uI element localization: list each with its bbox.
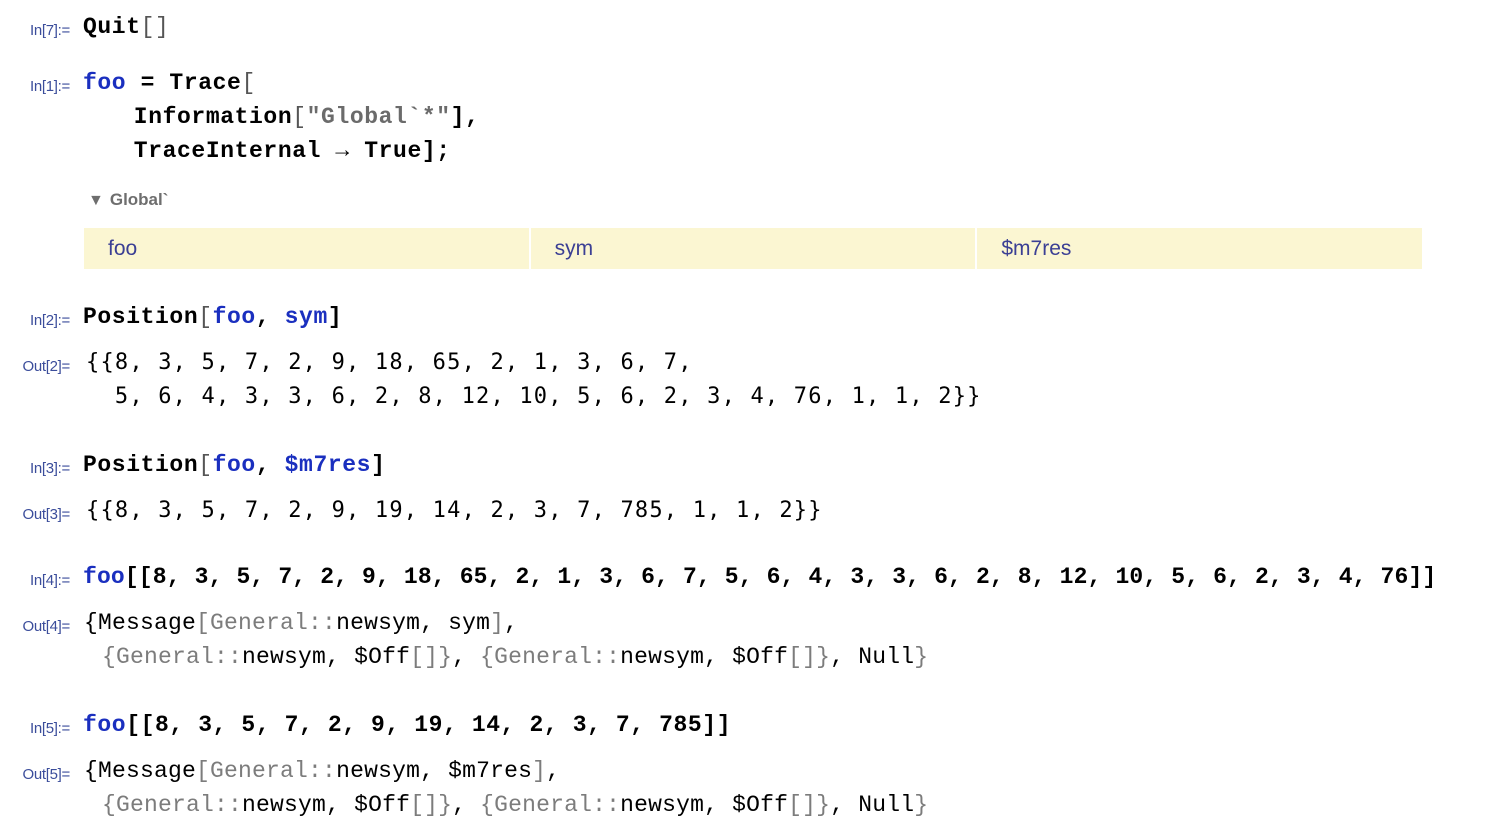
code-token: [[8, 3, 5, 7, 2, 9, 18, 65, 2, 1, 3, 6, …: [124, 564, 1437, 590]
code-token: newsym, $m7res: [336, 758, 533, 784]
symbol-token: foo: [212, 452, 256, 478]
code-token: ,: [452, 644, 481, 670]
code-token: [[8, 3, 5, 7, 2, 9, 19, 14, 2, 3, 7, 785…: [126, 712, 732, 738]
code-token: {{8, 3, 5, 7, 2, 9, 18, 65, 2, 1, 3, 6, …: [86, 350, 693, 375]
code-token: Position: [83, 452, 199, 478]
code-token: [General::: [196, 758, 337, 784]
output-line: {Message[General::newsym, $m7res],: [84, 758, 560, 784]
code-token: []}: [410, 792, 453, 818]
code-line[interactable]: Quit[]: [83, 14, 169, 40]
code-token: newsym, $Off: [620, 644, 789, 670]
code-line[interactable]: Information["Global`*"],: [105, 104, 479, 130]
code-token: [General::: [196, 610, 337, 636]
code-token: [: [292, 104, 307, 130]
code-token: = Trace: [126, 70, 242, 96]
code-line[interactable]: foo[[8, 3, 5, 7, 2, 9, 19, 14, 2, 3, 7, …: [83, 712, 731, 738]
code-token: ,: [546, 758, 561, 784]
code-token: newsym, sym: [336, 610, 491, 636]
cell-label: Out[2]=: [22, 358, 70, 375]
code-token: ]: [490, 610, 505, 636]
code-token: {Message: [84, 758, 197, 784]
code-line[interactable]: foo = Trace[: [83, 70, 256, 96]
code-token: {General::: [480, 644, 621, 670]
code-token: ,: [504, 610, 519, 636]
code-token: }: [914, 644, 929, 670]
code-token: []}: [788, 644, 831, 670]
output-line: {General::newsym, $Off[]}, {General::new…: [88, 792, 928, 818]
cell-label: In[4]:=: [29, 572, 70, 589]
output-line: {{8, 3, 5, 7, 2, 9, 19, 14, 2, 3, 7, 785…: [86, 498, 823, 523]
symbol-link-m7res[interactable]: $m7res: [977, 228, 1423, 269]
information-symbol-grid: foo sym $m7res: [84, 228, 1423, 269]
code-token: []}: [788, 792, 831, 818]
code-token: ]: [371, 452, 386, 478]
code-token: Position: [83, 304, 199, 330]
cell-label: In[7]:=: [29, 22, 70, 39]
code-line[interactable]: Position[foo, sym]: [83, 304, 342, 330]
context-label: Global`: [109, 190, 169, 209]
symbol-token: foo: [83, 564, 125, 590]
code-token: Quit: [83, 14, 141, 40]
code-token: ]: [532, 758, 547, 784]
code-token: , Null: [830, 644, 915, 670]
code-token: ,: [255, 304, 285, 330]
code-token: {Message: [84, 610, 197, 636]
code-token: , Null: [830, 792, 915, 818]
code-token: General::: [116, 644, 243, 670]
symbol-token: $m7res: [284, 452, 372, 478]
code-token: ];: [421, 138, 451, 164]
code-token: ]: [327, 304, 343, 330]
symbol-token: foo: [83, 712, 127, 738]
cell-label: In[1]:=: [29, 78, 70, 95]
code-token: newsym, $Off: [620, 792, 789, 818]
code-token: newsym, $Off: [242, 644, 411, 670]
code-token: "Global`*": [306, 104, 451, 130]
code-token: TraceInternal → True: [105, 138, 422, 164]
code-token: newsym, $Off: [242, 792, 411, 818]
code-line[interactable]: foo[[8, 3, 5, 7, 2, 9, 18, 65, 2, 1, 3, …: [83, 564, 1436, 590]
cell-label: Out[5]=: [22, 766, 70, 783]
code-token: }: [914, 792, 929, 818]
symbol-token: sym: [284, 304, 328, 330]
code-token: {: [88, 644, 117, 670]
cell-label: Out[4]=: [22, 618, 70, 635]
code-token: ],: [450, 104, 480, 130]
cell-label: In[3]:=: [29, 460, 70, 477]
cell-label: In[2]:=: [29, 312, 70, 329]
code-line[interactable]: TraceInternal → True];: [105, 138, 451, 164]
code-token: {: [88, 792, 117, 818]
code-token: [: [198, 304, 213, 330]
cell-label: In[5]:=: [29, 720, 70, 737]
code-token: [: [198, 452, 213, 478]
code-token: ,: [452, 792, 481, 818]
cell-label: Out[3]=: [22, 506, 70, 523]
symbol-token: foo: [212, 304, 256, 330]
code-token: 5, 6, 4, 3, 3, 6, 2, 8, 12, 10, 5, 6, 2,…: [86, 384, 982, 409]
code-token: Information: [105, 104, 293, 130]
triangle-down-icon[interactable]: ▼: [88, 192, 104, 209]
information-panel-header[interactable]: ▼ Global`: [88, 190, 168, 210]
output-line: {{8, 3, 5, 7, 2, 9, 18, 65, 2, 1, 3, 6, …: [86, 350, 693, 375]
code-token: []: [140, 14, 170, 40]
code-token: {General::: [480, 792, 621, 818]
output-line: 5, 6, 4, 3, 3, 6, 2, 8, 12, 10, 5, 6, 2,…: [86, 384, 982, 409]
code-line[interactable]: Position[foo, $m7res]: [83, 452, 385, 478]
symbol-token: foo: [83, 70, 127, 96]
code-token: []}: [410, 644, 453, 670]
output-line: {Message[General::newsym, sym],: [84, 610, 518, 636]
code-token: {{8, 3, 5, 7, 2, 9, 19, 14, 2, 3, 7, 785…: [86, 498, 823, 523]
code-token: ,: [255, 452, 285, 478]
code-token: General::: [116, 792, 243, 818]
symbol-link-foo[interactable]: foo: [84, 228, 529, 269]
symbol-link-sym[interactable]: sym: [530, 228, 976, 269]
output-line: {General::newsym, $Off[]}, {General::new…: [88, 644, 928, 670]
code-token: [: [241, 70, 256, 96]
